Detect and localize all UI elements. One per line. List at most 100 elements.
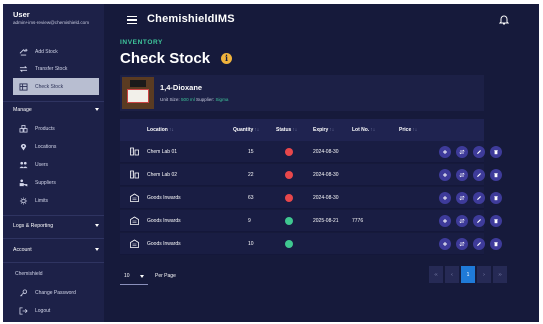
page-nav-button[interactable]: › (477, 266, 491, 283)
transfer-button[interactable] (456, 146, 468, 158)
page-nav-button[interactable]: ‹ (445, 266, 459, 283)
add-icon (443, 173, 447, 177)
edit-button[interactable] (473, 169, 485, 181)
cell-expiry: 2024-08-30 (313, 172, 339, 178)
per-page-label: Per Page (155, 273, 176, 279)
transfer-icon (459, 218, 465, 224)
add-icon (443, 196, 447, 200)
delete-icon (494, 173, 498, 178)
add-icon (443, 242, 447, 246)
page-eyebrow: INVENTORY (120, 39, 163, 46)
add-button[interactable] (439, 215, 451, 227)
product-meta: Unit Size: 500 ml Supplier: Sigma (160, 97, 228, 102)
table-row: Chem Lab 01 15 2024-08-30 (120, 141, 502, 163)
edit-button[interactable] (473, 215, 485, 227)
cell-location: Chem Lab 01 (147, 149, 178, 155)
cell-quantity: 63 (248, 195, 254, 201)
delete-button[interactable] (490, 146, 502, 158)
delete-button[interactable] (490, 169, 502, 181)
cell-expiry: 2025-08-21 (313, 218, 339, 224)
add-button[interactable] (439, 146, 451, 158)
page-button-current[interactable]: 1 (461, 266, 475, 283)
edit-icon (477, 173, 481, 177)
unit-size-value: 500 ml (180, 97, 195, 102)
add-button[interactable] (439, 169, 451, 181)
unit-size-label: Unit Size: (160, 97, 180, 102)
cell-quantity: 10 (248, 241, 254, 247)
table-header: Location↑↓ Quantity↑↓ Status↑↓ Expiry↑↓ … (120, 119, 484, 141)
add-icon (443, 219, 447, 223)
transfer-button[interactable] (456, 169, 468, 181)
warehouse-icon (130, 239, 139, 248)
status-dot (285, 171, 293, 179)
page-nav-button[interactable]: ‹‹ (429, 266, 443, 283)
transfer-icon (459, 241, 465, 247)
cell-expiry: 2024-08-30 (313, 195, 339, 201)
cell-quantity: 22 (248, 172, 254, 178)
edit-icon (477, 196, 481, 200)
status-dot (285, 240, 293, 248)
edit-icon (477, 219, 481, 223)
cell-lot-no: 7776 (352, 218, 364, 224)
per-page-value: 10 (124, 273, 130, 279)
edit-button[interactable] (473, 238, 485, 250)
edit-icon (477, 150, 481, 154)
cell-location: Goods Inwards (147, 195, 181, 201)
column-quantity[interactable]: Quantity↑↓ (233, 127, 259, 133)
edit-button[interactable] (473, 192, 485, 204)
cell-location: Goods Inwards (147, 241, 181, 247)
transfer-icon (459, 149, 465, 155)
add-button[interactable] (439, 192, 451, 204)
status-dot (285, 217, 293, 225)
transfer-button[interactable] (456, 192, 468, 204)
table-row: Chem Lab 02 22 2024-08-30 (120, 164, 502, 186)
warehouse-icon (130, 216, 139, 225)
cell-quantity: 15 (248, 149, 254, 155)
page-nav-button[interactable]: ›› (493, 266, 507, 283)
product-name: 1,4-Dioxane (160, 83, 203, 92)
transfer-button[interactable] (456, 215, 468, 227)
cell-location: Chem Lab 02 (147, 172, 178, 178)
cell-location: Goods Inwards (147, 218, 181, 224)
delete-icon (494, 150, 498, 155)
warehouse-icon (130, 193, 139, 202)
delete-button[interactable] (490, 192, 502, 204)
table-row: Goods Inwards 9 2025-08-21 7776 (120, 210, 502, 232)
column-status[interactable]: Status↑↓ (276, 127, 297, 133)
app-window: User admin+ims-review@chemishield.com Ad… (3, 4, 539, 322)
delete-icon (494, 219, 498, 224)
status-dot (285, 194, 293, 202)
cell-quantity: 9 (248, 218, 251, 224)
supplier-label: Supplier: (196, 97, 215, 102)
stock-table: Location↑↓ Quantity↑↓ Status↑↓ Expiry↑↓ … (120, 119, 502, 255)
column-lot-no[interactable]: Lot No.↑↓ (352, 127, 375, 133)
column-price[interactable]: Price↑↓ (399, 127, 417, 133)
transfer-icon (459, 195, 465, 201)
edit-icon (477, 242, 481, 246)
delete-button[interactable] (490, 215, 502, 227)
caret-down-icon (140, 275, 144, 278)
delete-icon (494, 196, 498, 201)
page-title: Check Stock (120, 50, 211, 67)
edit-button[interactable] (473, 146, 485, 158)
per-page-select[interactable]: 10 (120, 267, 148, 285)
delete-button[interactable] (490, 238, 502, 250)
delete-icon (494, 242, 498, 247)
column-expiry[interactable]: Expiry↑↓ (313, 127, 334, 133)
transfer-button[interactable] (456, 238, 468, 250)
cell-expiry: 2024-08-30 (313, 149, 339, 155)
add-icon (443, 150, 447, 154)
add-button[interactable] (439, 238, 451, 250)
lab-icon (130, 170, 139, 179)
product-image (122, 77, 154, 109)
info-icon[interactable]: i (221, 53, 232, 64)
column-location[interactable]: Location↑↓ (147, 127, 174, 133)
transfer-icon (459, 172, 465, 178)
product-card: 1,4-Dioxane Unit Size: 500 ml Supplier: … (120, 75, 484, 111)
table-row: Goods Inwards 10 (120, 233, 502, 255)
main-content: INVENTORY Check Stock i 1,4-Dioxane Unit… (3, 4, 539, 322)
supplier-value: Sigma (215, 97, 229, 102)
lab-icon (130, 147, 139, 156)
table-row: Goods Inwards 63 2024-08-30 (120, 187, 502, 209)
status-dot (285, 148, 293, 156)
